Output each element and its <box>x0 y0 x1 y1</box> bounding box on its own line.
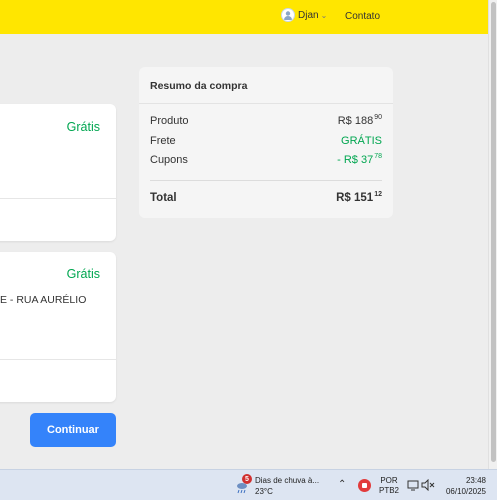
row-value: R$ 18890 <box>337 114 382 127</box>
chevron-up-icon[interactable]: ⌃ <box>338 479 346 490</box>
shipping-price: Grátis <box>66 267 100 281</box>
page-scrollbar[interactable] <box>488 0 497 469</box>
weather-text: Dias de chuva à... 23°C <box>255 476 320 496</box>
summary-divider <box>139 103 393 104</box>
card-divider <box>0 198 116 199</box>
user-name: Djan <box>298 9 319 21</box>
system-clock[interactable]: 23:48 06/10/2025 <box>440 475 486 497</box>
summary-title: Resumo da compra <box>150 80 248 92</box>
summary-row-shipping: Frete GRÁTIS <box>150 135 382 147</box>
record-icon[interactable] <box>358 479 371 492</box>
total-value: R$ 15112 <box>336 191 382 204</box>
continue-button[interactable]: Continuar <box>30 413 116 447</box>
address-text: E - RUA AURÉLIO <box>0 294 87 306</box>
row-label: Cupons <box>150 154 188 166</box>
chevron-down-icon: ⌄ <box>320 10 328 20</box>
row-label: Produto <box>150 115 189 127</box>
summary-total: Total R$ 15112 <box>150 191 382 204</box>
total-label: Total <box>150 192 177 204</box>
top-header: Djan ⌄ Contato <box>0 0 488 34</box>
weather-badge: 5 <box>242 474 252 484</box>
purchase-summary: Resumo da compra Produto R$ 18890 Frete … <box>139 67 393 218</box>
summary-row-product: Produto R$ 18890 <box>150 114 382 127</box>
os-taskbar: 5 Dias de chuva à... 23°C ⌃ POR PTB2 23:… <box>0 469 497 500</box>
volume-muted-icon[interactable] <box>421 479 435 491</box>
network-icon[interactable] <box>407 479 419 491</box>
avatar <box>281 8 295 22</box>
user-menu[interactable]: Djan ⌄ <box>281 8 327 22</box>
row-value: GRÁTIS <box>341 135 382 147</box>
row-label: Frete <box>150 135 176 147</box>
contact-link[interactable]: Contato <box>345 11 380 22</box>
row-value: - R$ 3778 <box>337 153 382 166</box>
shipping-price: Grátis <box>66 120 100 134</box>
language-indicator[interactable]: POR PTB2 <box>379 476 399 496</box>
card-divider <box>0 359 116 360</box>
delivery-address-card[interactable]: Grátis E - RUA AURÉLIO <box>0 252 116 402</box>
summary-divider <box>150 180 382 181</box>
summary-row-coupons: Cupons - R$ 3778 <box>150 153 382 166</box>
scrollbar-thumb[interactable] <box>491 2 496 462</box>
shipping-option-card[interactable]: Grátis <box>0 104 116 241</box>
